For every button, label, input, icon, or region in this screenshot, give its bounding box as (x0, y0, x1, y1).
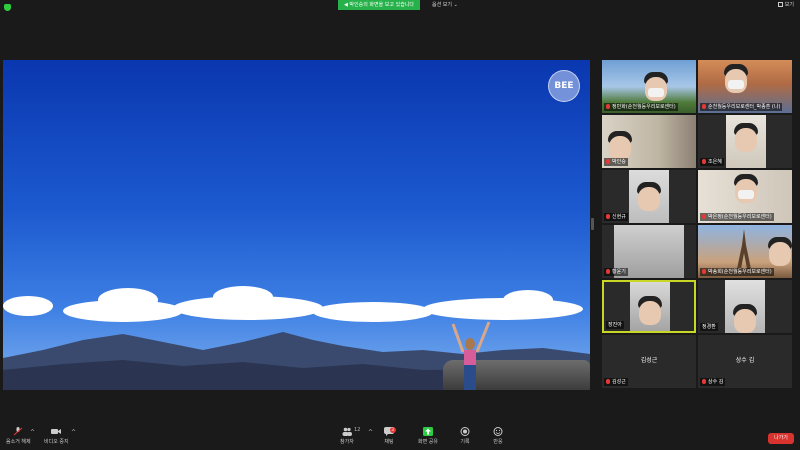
mic-off-icon (606, 269, 610, 274)
meeting-toolbar: 음소거 해제 ^ 비디오 중지 ^ 참가자 12 ^ 채팅 3 화면 공유 기록… (0, 425, 800, 450)
participants-label: 참가자 (340, 439, 354, 445)
face-mask (738, 190, 754, 199)
participant-nameplate: 신현규 (604, 213, 628, 221)
participant-face (609, 136, 631, 160)
stop-video-button[interactable]: 비디오 중지 (44, 427, 69, 445)
chat-unread-badge: 3 (389, 427, 396, 433)
person-figure (451, 321, 491, 390)
participant-face (734, 309, 756, 333)
participant-nameplate: 박송희(순천월등우리보로센터) (700, 268, 774, 276)
participant-tile[interactable]: 황윤기 (602, 225, 696, 278)
participant-nameplate: 박은정(순천월등우리보로센터) (700, 213, 774, 221)
participant-face (638, 187, 660, 211)
participants-button[interactable]: 참가자 (340, 427, 354, 445)
bee-logo: BEE (548, 70, 580, 102)
participants-icon (342, 427, 352, 436)
participant-nameplate: 정민화(순천월등우리보로센터) (604, 103, 678, 111)
top-bar: ◀ 박인승의 화면을 보고 있습니다 옵션 보기 ⌄ 보기 (0, 0, 800, 14)
mic-off-icon (606, 379, 610, 384)
participant-tile[interactable]: 정경환 (698, 280, 792, 333)
chat-label: 채팅 (384, 439, 394, 445)
mic-off-icon (702, 159, 706, 164)
participant-nameplate: 장진아 (606, 321, 624, 329)
grid-view-icon (777, 2, 783, 7)
shared-screen: BEE (3, 60, 590, 390)
participants-count: 12 (354, 427, 361, 433)
screen-share-banner: ◀ 박인승의 화면을 보고 있습니다 (338, 0, 420, 10)
record-icon (460, 427, 470, 436)
mic-off-icon (606, 159, 610, 164)
eiffel-tower (737, 229, 751, 269)
stop-video-label: 비디오 중지 (44, 439, 69, 445)
unmute-button[interactable]: 음소거 해제 (6, 427, 31, 445)
mic-off-icon (702, 104, 706, 109)
record-button[interactable]: 기록 (460, 427, 470, 445)
participant-tile[interactable]: 순천월등우리보로센터_박종훈 (나) (698, 60, 792, 113)
reactions-button[interactable]: 반응 (493, 427, 503, 445)
video-options-chevron-icon[interactable]: ^ (71, 429, 76, 436)
view-options-button[interactable]: 옵션 보기 ⌄ (432, 1, 458, 8)
chat-button[interactable]: 채팅 3 (384, 427, 396, 445)
participant-display-name: 김성근 (640, 357, 658, 364)
cloud (503, 290, 553, 310)
cloud (3, 296, 53, 316)
smiley-icon (493, 427, 503, 436)
panel-resize-handle[interactable] (591, 218, 594, 230)
cloud (313, 302, 433, 322)
participant-tile[interactable]: 조은혜 (698, 115, 792, 168)
view-toggle-button[interactable]: 보기 (777, 1, 794, 8)
participant-tile[interactable]: 상수 김 상수 김 (698, 335, 792, 388)
unmute-label: 음소거 해제 (6, 439, 31, 445)
mic-off-icon (702, 269, 706, 274)
participant-tile[interactable]: 박송희(순천월등우리보로센터) (698, 225, 792, 278)
participant-nameplate: 김성근 (604, 378, 628, 386)
participant-nameplate: 정경환 (700, 323, 718, 331)
mic-off-icon (606, 104, 610, 109)
participants-chevron-icon[interactable]: ^ (368, 429, 373, 436)
participant-face (735, 128, 757, 152)
participant-face (639, 301, 661, 325)
share-screen-label: 화면 공유 (418, 439, 438, 445)
microphone-muted-icon (13, 427, 23, 436)
share-screen-button[interactable]: 화면 공유 (418, 427, 438, 445)
participant-tile[interactable]: 신현규 (602, 170, 696, 223)
cloud (213, 286, 273, 308)
video-camera-icon (51, 429, 62, 434)
face-mask (648, 88, 664, 97)
participant-tile[interactable]: 박은정(순천월등우리보로센터) (698, 170, 792, 223)
view-toggle-label: 보기 (784, 2, 794, 8)
participant-grid: 정민화(순천월등우리보로센터) 순천월등우리보로센터_박종훈 (나) 박인승 조… (602, 60, 792, 390)
participant-tile-active-speaker[interactable]: 장진아 (602, 280, 696, 333)
participant-nameplate: 상수 김 (700, 378, 726, 386)
participant-nameplate: 순천월등우리보로센터_박종훈 (나) (700, 103, 783, 111)
audio-options-chevron-icon[interactable]: ^ (30, 429, 35, 436)
participant-nameplate: 박인승 (604, 158, 628, 166)
participant-nameplate: 황윤기 (604, 268, 628, 276)
record-label: 기록 (460, 439, 470, 445)
mic-off-icon (702, 214, 706, 219)
cloud (98, 288, 158, 312)
mic-off-icon (606, 214, 610, 219)
reactions-label: 반응 (493, 439, 503, 445)
participant-tile[interactable]: 정민화(순천월등우리보로센터) (602, 60, 696, 113)
face-mask (728, 80, 744, 89)
leave-button[interactable]: 나가기 (768, 433, 794, 444)
participant-tile[interactable]: 김성근 김성근 (602, 335, 696, 388)
participant-face (769, 242, 791, 266)
participant-tile[interactable]: 박인승 (602, 115, 696, 168)
mic-off-icon (702, 379, 706, 384)
shield-icon[interactable] (4, 4, 11, 11)
participant-display-name: 상수 김 (735, 357, 755, 364)
share-screen-icon (423, 427, 433, 436)
participant-nameplate: 조은혜 (700, 158, 724, 166)
